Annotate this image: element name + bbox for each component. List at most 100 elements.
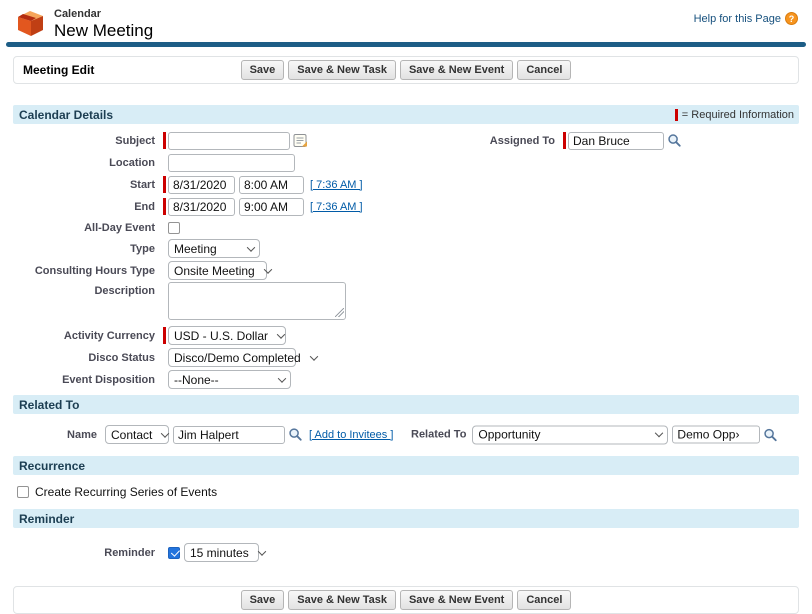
consulting-hours-type-value: Onsite Meeting xyxy=(174,264,255,278)
save-button-top[interactable]: Save xyxy=(241,60,285,80)
help-link[interactable]: Help for this Page ? xyxy=(694,12,798,25)
description-label: Description xyxy=(13,282,163,297)
name-label: Name xyxy=(13,429,105,441)
type-label: Type xyxy=(13,243,163,255)
assigned-to-label: Assigned To xyxy=(463,135,563,147)
type-select-value: Meeting xyxy=(174,242,217,256)
activity-currency-value: USD - U.S. Dollar xyxy=(174,329,268,343)
theme-bar xyxy=(6,42,806,47)
start-date-input[interactable] xyxy=(168,176,235,194)
chevron-down-icon xyxy=(263,265,271,273)
start-time-link[interactable]: [ 7:36 AM ] xyxy=(310,179,363,191)
reminder-label: Reminder xyxy=(13,547,163,559)
all-day-label: All-Day Event xyxy=(13,222,163,234)
chevron-down-icon xyxy=(257,547,265,555)
save-new-task-button-top[interactable]: Save & New Task xyxy=(288,60,396,80)
header-titles: Calendar New Meeting xyxy=(54,8,153,41)
top-button-bar: Save Save & New Task Save & New Event Ca… xyxy=(241,60,572,80)
subject-input[interactable] xyxy=(168,132,290,150)
activity-currency-label: Activity Currency xyxy=(13,330,163,342)
activity-currency-select[interactable]: USD - U.S. Dollar xyxy=(168,326,286,345)
end-time-input[interactable] xyxy=(239,198,304,216)
type-select[interactable]: Meeting xyxy=(168,239,260,258)
save-new-event-button-top[interactable]: Save & New Event xyxy=(400,60,513,80)
required-legend: = Required Information xyxy=(675,109,794,121)
name-type-select[interactable]: Contact xyxy=(105,425,169,444)
disco-status-value: Disco/Demo Completed xyxy=(174,351,301,365)
consulting-hours-type-label: Consulting Hours Type xyxy=(13,265,163,277)
chevron-down-icon xyxy=(655,429,663,437)
calendar-details-title: Calendar Details xyxy=(19,108,113,122)
subject-required-bar xyxy=(163,132,166,149)
disco-status-select[interactable]: Disco/Demo Completed xyxy=(168,348,296,367)
reminder-title: Reminder xyxy=(19,512,74,526)
lookup-icon[interactable] xyxy=(667,133,682,148)
start-label: Start xyxy=(13,179,163,191)
start-time-input[interactable] xyxy=(239,176,304,194)
section-header-reminder: Reminder xyxy=(13,509,799,528)
add-to-invitees-link[interactable]: [ Add to Invitees ] xyxy=(309,429,393,441)
activity-currency-required-bar xyxy=(163,327,166,344)
reminder-select-value: 15 minutes xyxy=(190,546,249,560)
lookup-icon[interactable] xyxy=(288,427,303,442)
assigned-to-input[interactable] xyxy=(568,132,664,150)
related-to-title: Related To xyxy=(19,398,79,412)
save-new-event-button-bottom[interactable]: Save & New Event xyxy=(400,590,513,610)
related-to-type-value: Opportunity xyxy=(478,428,540,442)
chevron-down-icon xyxy=(278,374,286,382)
breadcrumb: Calendar xyxy=(54,8,153,20)
save-button-bottom[interactable]: Save xyxy=(241,590,285,610)
calendar-details-form: Subject Assigned To Loc xyxy=(0,124,812,395)
event-disposition-select[interactable]: --None-- xyxy=(168,370,291,389)
start-required-bar xyxy=(163,176,166,193)
recurrence-checkbox[interactable] xyxy=(17,486,29,498)
related-to-input[interactable] xyxy=(672,426,760,444)
page-header: Calendar New Meeting Help for this Page … xyxy=(0,0,812,42)
section-header-calendar-details: Calendar Details = Required Information xyxy=(13,105,799,124)
consulting-hours-type-select[interactable]: Onsite Meeting xyxy=(168,261,267,280)
location-label: Location xyxy=(13,157,163,169)
reminder-select[interactable]: 15 minutes xyxy=(184,543,259,562)
bottom-button-bar: Save Save & New Task Save & New Event Ca… xyxy=(241,590,572,610)
reminder-checkbox[interactable] xyxy=(168,547,180,559)
event-disposition-label: Event Disposition xyxy=(13,374,163,386)
end-label: End xyxy=(13,201,163,213)
event-disposition-value: --None-- xyxy=(174,373,219,387)
required-legend-text: = Required Information xyxy=(682,109,794,121)
end-date-input[interactable] xyxy=(168,198,235,216)
chevron-down-icon xyxy=(277,330,285,338)
save-new-task-button-bottom[interactable]: Save & New Task xyxy=(288,590,396,610)
help-link-label: Help for this Page xyxy=(694,13,781,25)
cancel-button-bottom[interactable]: Cancel xyxy=(517,590,571,610)
cancel-button-top[interactable]: Cancel xyxy=(517,60,571,80)
end-time-link[interactable]: [ 7:36 AM ] xyxy=(310,201,363,213)
help-icon[interactable]: ? xyxy=(785,12,798,25)
all-day-checkbox[interactable] xyxy=(168,222,180,234)
required-bar-icon xyxy=(675,109,678,121)
name-type-value: Contact xyxy=(111,428,152,442)
assigned-to-required-bar xyxy=(563,132,566,149)
location-input[interactable] xyxy=(168,154,295,172)
related-to-form: Name Contact [ Add to Invitees ] Related… xyxy=(0,414,812,456)
page-title: New Meeting xyxy=(54,21,153,41)
calendar-app-icon xyxy=(13,8,47,38)
meeting-edit-header: Meeting Edit Save Save & New Task Save &… xyxy=(13,56,799,84)
lookup-icon[interactable] xyxy=(763,427,778,442)
end-required-bar xyxy=(163,198,166,215)
section-title-meeting-edit: Meeting Edit xyxy=(23,63,94,77)
bottom-button-bar-container: Save Save & New Task Save & New Event Ca… xyxy=(13,586,799,614)
section-header-recurrence: Recurrence xyxy=(13,456,799,475)
chevron-down-icon xyxy=(247,243,255,251)
recurrence-title: Recurrence xyxy=(19,459,85,473)
chevron-down-icon xyxy=(309,352,317,360)
related-to-type-select[interactable]: Opportunity xyxy=(472,425,668,444)
section-header-related-to: Related To xyxy=(13,395,799,414)
related-to-label: Related To xyxy=(411,429,472,441)
description-textarea[interactable] xyxy=(168,282,346,320)
name-input[interactable] xyxy=(173,426,285,444)
recurrence-checkbox-label: Create Recurring Series of Events xyxy=(35,485,217,499)
subject-label: Subject xyxy=(13,135,163,147)
chevron-down-icon xyxy=(161,429,169,437)
combobox-icon[interactable] xyxy=(293,133,308,148)
disco-status-label: Disco Status xyxy=(13,352,163,364)
